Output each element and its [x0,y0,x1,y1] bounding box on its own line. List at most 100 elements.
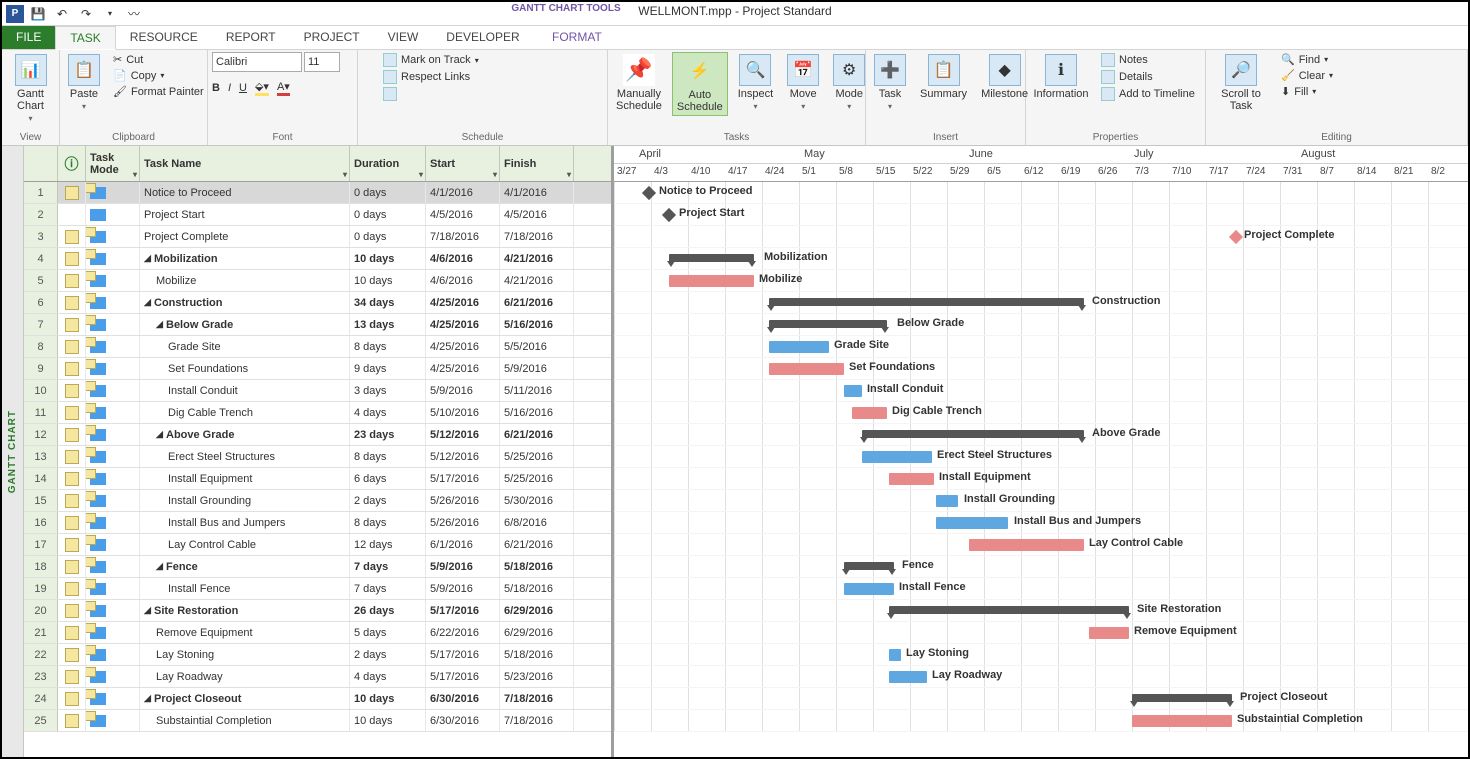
gantt-row[interactable]: Install Equipment [614,468,1468,490]
underline-button[interactable]: U [239,82,247,94]
finish-cell[interactable]: 5/9/2016 [500,358,574,379]
gantt-bar[interactable] [862,430,1084,438]
font-name-input[interactable] [212,52,302,72]
duration-cell[interactable]: 8 days [350,512,426,533]
row-num[interactable]: 6 [24,292,58,313]
gantt-row[interactable]: Lay Control Cable [614,534,1468,556]
italic-button[interactable]: I [228,82,231,94]
start-cell[interactable]: 4/1/2016 [426,182,500,203]
gantt-chart-button[interactable]: 📊Gantt Chart▾ [6,52,55,125]
duration-cell[interactable]: 0 days [350,204,426,225]
auto-schedule-button[interactable]: ⚡Auto Schedule [672,52,728,116]
collapse-icon[interactable]: ◢ [144,253,152,264]
finish-col[interactable]: Finish▾ [500,146,574,181]
table-row[interactable]: 8Grade Site8 days4/25/20165/5/2016 [24,336,611,358]
row-num[interactable]: 11 [24,402,58,423]
gantt-row[interactable]: Install Fence [614,578,1468,600]
table-row[interactable]: 13Erect Steel Structures8 days5/12/20165… [24,446,611,468]
inactivate-button[interactable] [380,86,482,102]
gantt-bar[interactable] [1089,627,1129,639]
mode-cell[interactable] [86,292,140,313]
name-cell[interactable]: Install Conduit [140,380,350,401]
start-cell[interactable]: 5/9/2016 [426,380,500,401]
table-row[interactable]: 14Install Equipment6 days5/17/20165/25/2… [24,468,611,490]
tab-file[interactable]: FILE [2,26,55,49]
table-row[interactable]: 19Install Fence7 days5/9/20165/18/2016 [24,578,611,600]
start-cell[interactable]: 4/25/2016 [426,358,500,379]
info-cell[interactable] [58,270,86,291]
duration-cell[interactable]: 0 days [350,182,426,203]
table-row[interactable]: 1Notice to Proceed0 days4/1/20164/1/2016 [24,182,611,204]
name-cell[interactable]: Substaintial Completion [140,710,350,731]
finish-cell[interactable]: 6/21/2016 [500,292,574,313]
info-cell[interactable] [58,644,86,665]
gantt-row[interactable]: Remove Equipment [614,622,1468,644]
mode-cell[interactable] [86,534,140,555]
row-num[interactable]: 25 [24,710,58,731]
tab-project[interactable]: PROJECT [290,26,374,49]
start-cell[interactable]: 6/22/2016 [426,622,500,643]
duration-cell[interactable]: 13 days [350,314,426,335]
finish-cell[interactable]: 6/29/2016 [500,622,574,643]
table-row[interactable]: 17Lay Control Cable12 days6/1/20166/21/2… [24,534,611,556]
info-cell[interactable] [58,556,86,577]
duration-cell[interactable]: 8 days [350,336,426,357]
gantt-bar[interactable] [1132,715,1232,727]
table-row[interactable]: 25Substaintial Completion10 days6/30/201… [24,710,611,732]
finish-cell[interactable]: 7/18/2016 [500,688,574,709]
info-cell[interactable] [58,314,86,335]
info-cell[interactable] [58,182,86,203]
gantt-bar[interactable] [844,583,894,595]
add-timeline-button[interactable]: Add to Timeline [1098,86,1198,102]
gantt-bar[interactable] [769,363,844,375]
gantt-chart-pane[interactable]: AprilMayJuneJulyAugust3/274/34/104/174/2… [614,146,1468,757]
gantt-bar[interactable] [642,186,656,200]
duration-cell[interactable]: 10 days [350,710,426,731]
name-cell[interactable]: Remove Equipment [140,622,350,643]
tab-format[interactable]: FORMAT [538,26,616,48]
table-row[interactable]: 24◢Project Closeout10 days6/30/20167/18/… [24,688,611,710]
font-size-input[interactable] [304,52,340,72]
duration-cell[interactable]: 26 days [350,600,426,621]
finish-cell[interactable]: 5/23/2016 [500,666,574,687]
gantt-bar[interactable] [889,671,927,683]
info-cell[interactable] [58,248,86,269]
gantt-row[interactable]: Mobilize [614,270,1468,292]
finish-cell[interactable]: 4/21/2016 [500,270,574,291]
tab-report[interactable]: REPORT [212,26,290,49]
mode-cell[interactable] [86,512,140,533]
name-cell[interactable]: Mobilize [140,270,350,291]
mode-cell[interactable] [86,314,140,335]
gantt-bar[interactable] [969,539,1084,551]
row-num[interactable]: 22 [24,644,58,665]
start-cell[interactable]: 5/10/2016 [426,402,500,423]
gantt-bar[interactable] [844,385,862,397]
table-row[interactable]: 3Project Complete0 days7/18/20167/18/201… [24,226,611,248]
gantt-row[interactable]: Erect Steel Structures [614,446,1468,468]
info-cell[interactable] [58,490,86,511]
start-cell[interactable]: 4/6/2016 [426,270,500,291]
finish-cell[interactable]: 7/18/2016 [500,710,574,731]
gantt-row[interactable]: Grade Site [614,336,1468,358]
summary-button[interactable]: 📋Summary [916,52,971,102]
gantt-row[interactable]: Dig Cable Trench [614,402,1468,424]
start-cell[interactable]: 6/1/2016 [426,534,500,555]
paste-button[interactable]: 📋Paste▾ [64,52,104,113]
row-num[interactable]: 16 [24,512,58,533]
name-col[interactable]: Task Name▾ [140,146,350,181]
duration-cell[interactable]: 9 days [350,358,426,379]
find-button[interactable]: 🔍Find▾ [1278,52,1336,67]
gantt-row[interactable]: Mobilization [614,248,1468,270]
copy-button[interactable]: 📄Copy▾ [110,68,207,83]
finish-cell[interactable]: 5/30/2016 [500,490,574,511]
finish-cell[interactable]: 5/16/2016 [500,402,574,423]
cut-button[interactable]: ✂Cut [110,52,207,67]
finish-cell[interactable]: 5/18/2016 [500,578,574,599]
row-num[interactable]: 19 [24,578,58,599]
collapse-icon[interactable]: ◢ [144,605,152,616]
mode-cell[interactable] [86,270,140,291]
information-button[interactable]: ℹInformation [1030,52,1092,102]
row-num[interactable]: 14 [24,468,58,489]
row-num[interactable]: 5 [24,270,58,291]
info-cell[interactable] [58,402,86,423]
